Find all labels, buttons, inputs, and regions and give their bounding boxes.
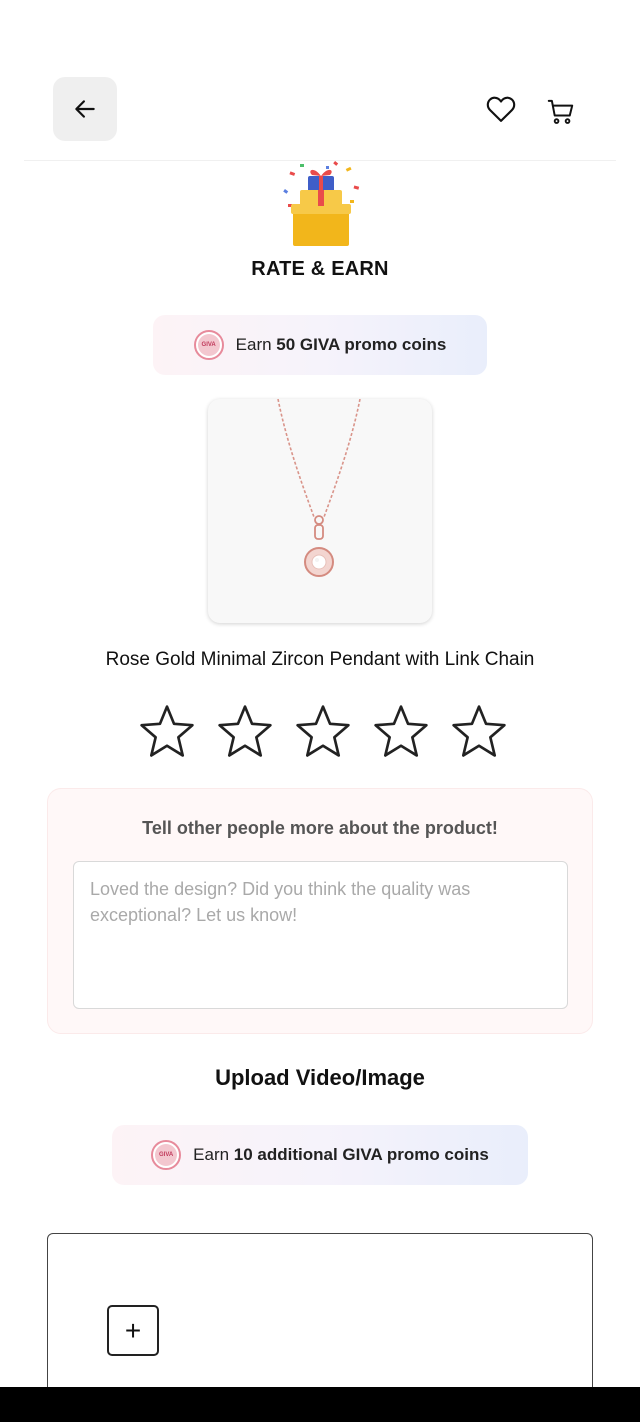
product-image xyxy=(208,399,432,623)
system-nav-bar xyxy=(0,1387,640,1422)
rate-earn-title: RATE & EARN xyxy=(251,258,389,280)
review-placeholder: Loved the design? Did you think the qual… xyxy=(90,879,471,925)
cart-icon xyxy=(547,99,574,124)
upload-title: Upload Video/Image xyxy=(215,1065,425,1090)
back-button[interactable] xyxy=(53,77,117,141)
star-rating xyxy=(138,703,508,763)
star-5-icon[interactable] xyxy=(450,703,508,761)
upload-promo-text: Earn 10 additional GIVA promo coins xyxy=(193,1145,489,1164)
wishlist-button[interactable] xyxy=(484,92,518,126)
gift-box-icon xyxy=(276,160,366,250)
giva-coin-icon: GIVA xyxy=(151,1140,182,1170)
star-1-icon[interactable] xyxy=(138,703,196,761)
star-3-icon[interactable] xyxy=(294,703,352,761)
arrow-left-icon xyxy=(75,100,95,118)
cart-button[interactable] xyxy=(543,95,579,129)
product-name: Rose Gold Minimal Zircon Pendant with Li… xyxy=(105,649,535,670)
promo-coins-text: Earn 50 GIVA promo coins xyxy=(235,335,447,354)
promo-coins-banner: GIVA Earn 50 GIVA promo coins xyxy=(153,315,487,375)
giva-coin-icon: GIVA xyxy=(193,330,224,360)
star-4-icon[interactable] xyxy=(372,703,430,761)
heart-icon xyxy=(486,96,516,122)
app-header xyxy=(0,0,640,160)
upload-promo-banner: GIVA Earn 10 additional GIVA promo coins xyxy=(112,1125,528,1185)
star-2-icon[interactable] xyxy=(216,703,274,761)
review-textarea[interactable]: Loved the design? Did you think the qual… xyxy=(73,861,568,1009)
add-media-button[interactable]: + xyxy=(107,1305,159,1356)
review-title: Tell other people more about the product… xyxy=(142,818,498,838)
